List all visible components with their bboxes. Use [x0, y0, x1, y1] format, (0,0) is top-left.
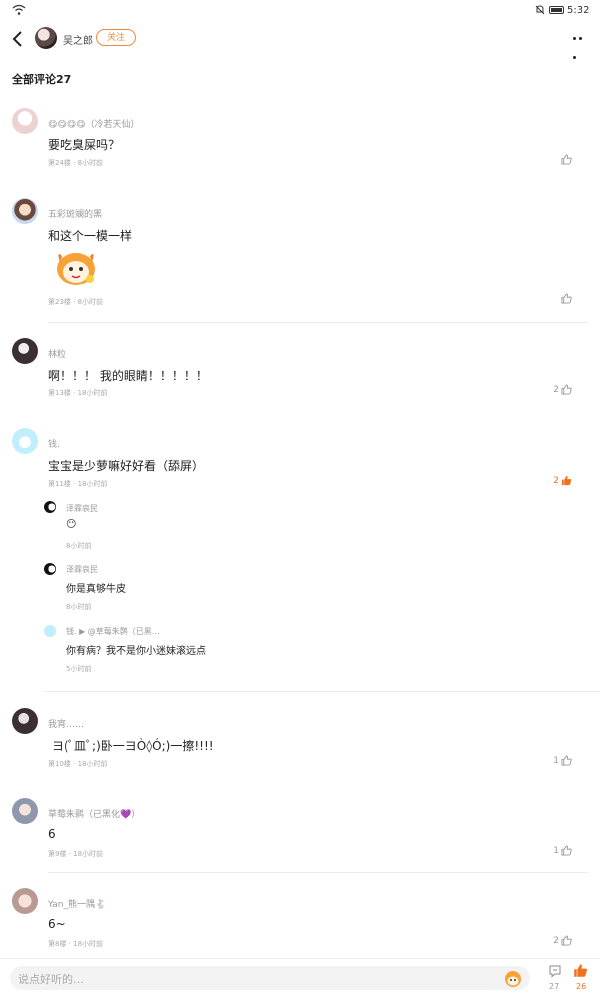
- comment-author[interactable]: 草莓朱鹮（已黑化💜）: [48, 807, 140, 820]
- bell-muted-icon: [535, 5, 545, 15]
- divider: [48, 322, 588, 323]
- comment-like-count: 2: [553, 384, 559, 395]
- comment-meta: 第13楼 · 18小时前: [48, 389, 108, 397]
- comment-text: 和这个一模一样: [48, 229, 133, 243]
- comment-like-button[interactable]: [532, 154, 572, 168]
- comment-avatar[interactable]: [12, 798, 38, 824]
- reply-avatar[interactable]: [44, 501, 56, 513]
- comment-avatar[interactable]: [12, 198, 38, 224]
- comment-author[interactable]: 林粒: [48, 347, 66, 360]
- reply-avatar[interactable]: [44, 625, 56, 637]
- comment-text: 宝宝是少萝嘛好好看（舔屏）: [48, 459, 205, 473]
- reply-author[interactable]: 钱. ▶ @草莓朱鹮（已黑…: [66, 626, 160, 637]
- thumbs-up-icon: [561, 755, 572, 766]
- thumbs-up-icon: [561, 384, 572, 395]
- status-time: 5:32: [567, 5, 590, 16]
- follow-button[interactable]: 关注: [96, 29, 136, 46]
- comment-author[interactable]: 我宵……: [48, 717, 84, 730]
- comment-avatar[interactable]: [12, 428, 38, 454]
- comment-author[interactable]: 钱.: [48, 437, 60, 450]
- author-name[interactable]: 吴之郎: [63, 32, 93, 47]
- comment-like-count: 2: [553, 475, 559, 486]
- reply-avatar[interactable]: [44, 563, 56, 575]
- sticker-image[interactable]: [52, 248, 100, 288]
- comment-text: 啊！！！ 我的眼睛！！！！！: [48, 369, 208, 383]
- thumbs-up-icon: [561, 935, 572, 946]
- comment-input-placeholder: 说点好听的…: [18, 973, 84, 986]
- comment-avatar[interactable]: [12, 708, 38, 734]
- thumbs-up-icon: [561, 845, 572, 856]
- reply-text: 你有病？我不是你小迷妹滚远点: [66, 646, 206, 657]
- comment-like-button[interactable]: 1: [532, 845, 572, 859]
- comment-like-button[interactable]: 2: [532, 935, 572, 949]
- comment-meta: 第23楼 · 8小时前: [48, 298, 104, 306]
- comment-meta: 第8楼 · 18小时前: [48, 940, 104, 948]
- comment-like-button[interactable]: 1: [532, 755, 572, 769]
- thumbs-up-filled-icon[interactable]: [573, 963, 588, 978]
- battery-icon: [549, 6, 564, 14]
- comment-like-count: 2: [553, 935, 559, 946]
- reply-meta: 8小时前: [66, 603, 92, 611]
- reply-text: 😶: [66, 519, 77, 530]
- reply-author[interactable]: 泽霖哀民: [66, 503, 98, 514]
- comment-text: ヨ(ﾟ皿ﾟ;)卧一ヨÒ◊Ó;)一擦!!!!: [52, 739, 214, 753]
- comment-like-count: 1: [553, 755, 559, 766]
- comment-avatar[interactable]: [12, 108, 38, 134]
- reply-meta: 8小时前: [66, 542, 92, 550]
- reply-text: 你是真够牛皮: [66, 584, 126, 595]
- comment-meta: 第9楼 · 18小时前: [48, 850, 104, 858]
- comment-avatar[interactable]: [12, 888, 38, 914]
- back-arrow-icon[interactable]: [10, 30, 26, 48]
- comment-like-button[interactable]: [532, 293, 572, 307]
- divider: [44, 691, 600, 692]
- comment-like-count: 1: [553, 845, 559, 856]
- divider: [48, 872, 588, 873]
- comment-meta: 第24楼 · 8小时前: [48, 159, 104, 167]
- post-like-count: 26: [576, 982, 587, 991]
- reply-meta: 5小时前: [66, 665, 92, 673]
- reply-author[interactable]: 泽霖哀民: [66, 564, 98, 575]
- comment-author[interactable]: 五彩斑斓的黑: [48, 207, 102, 220]
- thumbs-up-icon: [561, 154, 572, 165]
- comment-like-button[interactable]: 2: [532, 384, 572, 398]
- comment-text: 要吃臭屎吗？: [48, 138, 121, 152]
- status-bar: [0, 0, 600, 22]
- comment-meta: 第10楼 · 18小时前: [48, 760, 108, 768]
- comment-total-count: 27: [549, 982, 560, 991]
- comment-input[interactable]: 说点好听的…: [10, 966, 530, 990]
- more-options-icon[interactable]: [573, 37, 589, 59]
- thumbs-up-icon: [561, 293, 572, 304]
- comment-author[interactable]: 😋😋😋😋（冷若天仙）: [48, 117, 140, 130]
- comment-like-button[interactable]: 2: [532, 475, 572, 489]
- emoji-sticker-icon[interactable]: [503, 968, 523, 988]
- comment-author[interactable]: Yan_熊一隅🐇: [48, 897, 106, 910]
- wifi-icon: [12, 4, 26, 15]
- comment-text: 6: [48, 827, 56, 841]
- comment-bubble-icon[interactable]: [548, 964, 562, 978]
- comment-text: 6~: [48, 917, 66, 931]
- comment-avatar[interactable]: [12, 338, 38, 364]
- comments-count-title: 全部评论27: [12, 73, 72, 86]
- thumbs-up-filled-icon: [561, 475, 572, 486]
- comment-meta: 第11楼 · 18小时前: [48, 480, 108, 488]
- author-avatar[interactable]: [35, 27, 57, 49]
